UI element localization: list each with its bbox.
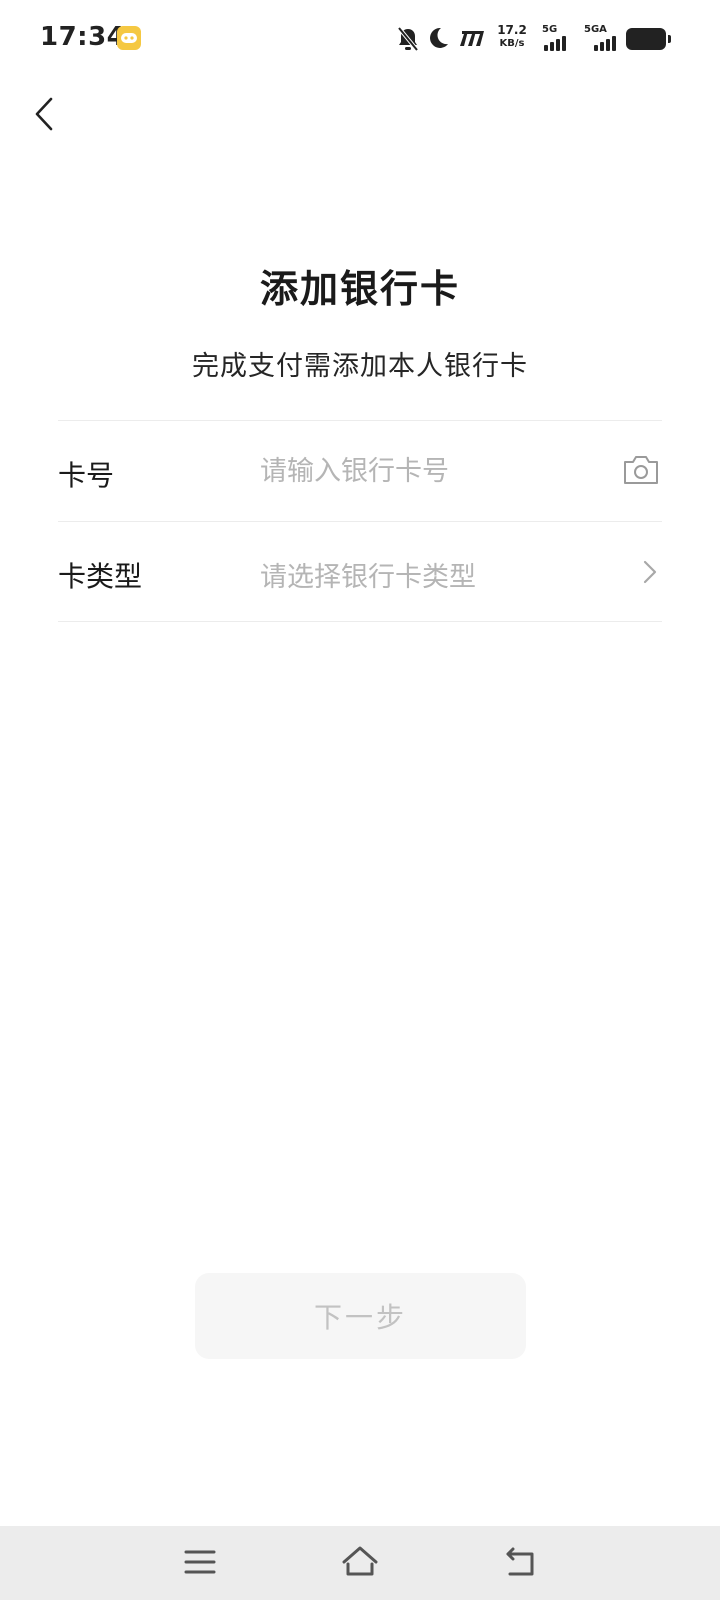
sim2-network-label: 5GA: [584, 24, 607, 35]
chevron-right-icon: [643, 560, 657, 584]
menu-icon: [184, 1550, 216, 1574]
bell-off-icon: [396, 26, 420, 56]
system-nav-bar: [0, 1526, 720, 1600]
status-time: 17:34: [40, 22, 126, 52]
card-number-input[interactable]: [260, 443, 590, 499]
back-nav-icon: [506, 1547, 534, 1576]
page-title: 添加银行卡: [259, 267, 460, 311]
card-number-label: 卡号: [58, 459, 115, 492]
chevron-left-icon: [35, 97, 53, 131]
page-subtitle: 完成支付需添加本人银行卡: [192, 351, 528, 382]
card-type-row[interactable]: 卡类型 请选择银行卡类型: [58, 521, 662, 622]
network-speed: 17.2 KB/s: [492, 24, 532, 50]
home-icon: [342, 1546, 378, 1576]
moon-icon: [426, 26, 450, 54]
game-app-icon: [117, 26, 141, 50]
card-type-chevron[interactable]: [640, 558, 660, 586]
back-button[interactable]: [22, 92, 66, 136]
signal-icon: [544, 36, 566, 51]
card-type-select[interactable]: 请选择银行卡类型: [260, 555, 476, 594]
nav-menu-button[interactable]: [178, 1542, 222, 1582]
status-icons: 17.2 KB/s 5G 5GA: [396, 22, 671, 56]
m-brand-icon: [456, 28, 486, 52]
card-number-row: 卡号: [58, 420, 662, 521]
card-type-label: 卡类型: [58, 560, 143, 593]
scan-card-button[interactable]: [622, 453, 660, 487]
battery-icon: [626, 28, 671, 50]
network-speed-unit: KB/s: [499, 38, 525, 49]
nav-back-button[interactable]: [498, 1542, 542, 1582]
status-bar: 17:34 17.2 KB/s 5G 5GA: [0, 0, 720, 78]
network-speed-value: 17.2: [497, 23, 527, 37]
sim1-network-label: 5G: [542, 24, 558, 35]
camera-icon: [624, 456, 658, 484]
bank-card-form: 卡号 卡类型 请选择银行卡类型: [58, 420, 662, 622]
next-step-button[interactable]: 下一步: [195, 1273, 526, 1359]
screen: 17:34 17.2 KB/s 5G 5GA 添加银行卡 完成支付需添加本人银行…: [0, 0, 720, 1600]
nav-home-button[interactable]: [338, 1542, 382, 1582]
signal-icon: [594, 36, 616, 51]
